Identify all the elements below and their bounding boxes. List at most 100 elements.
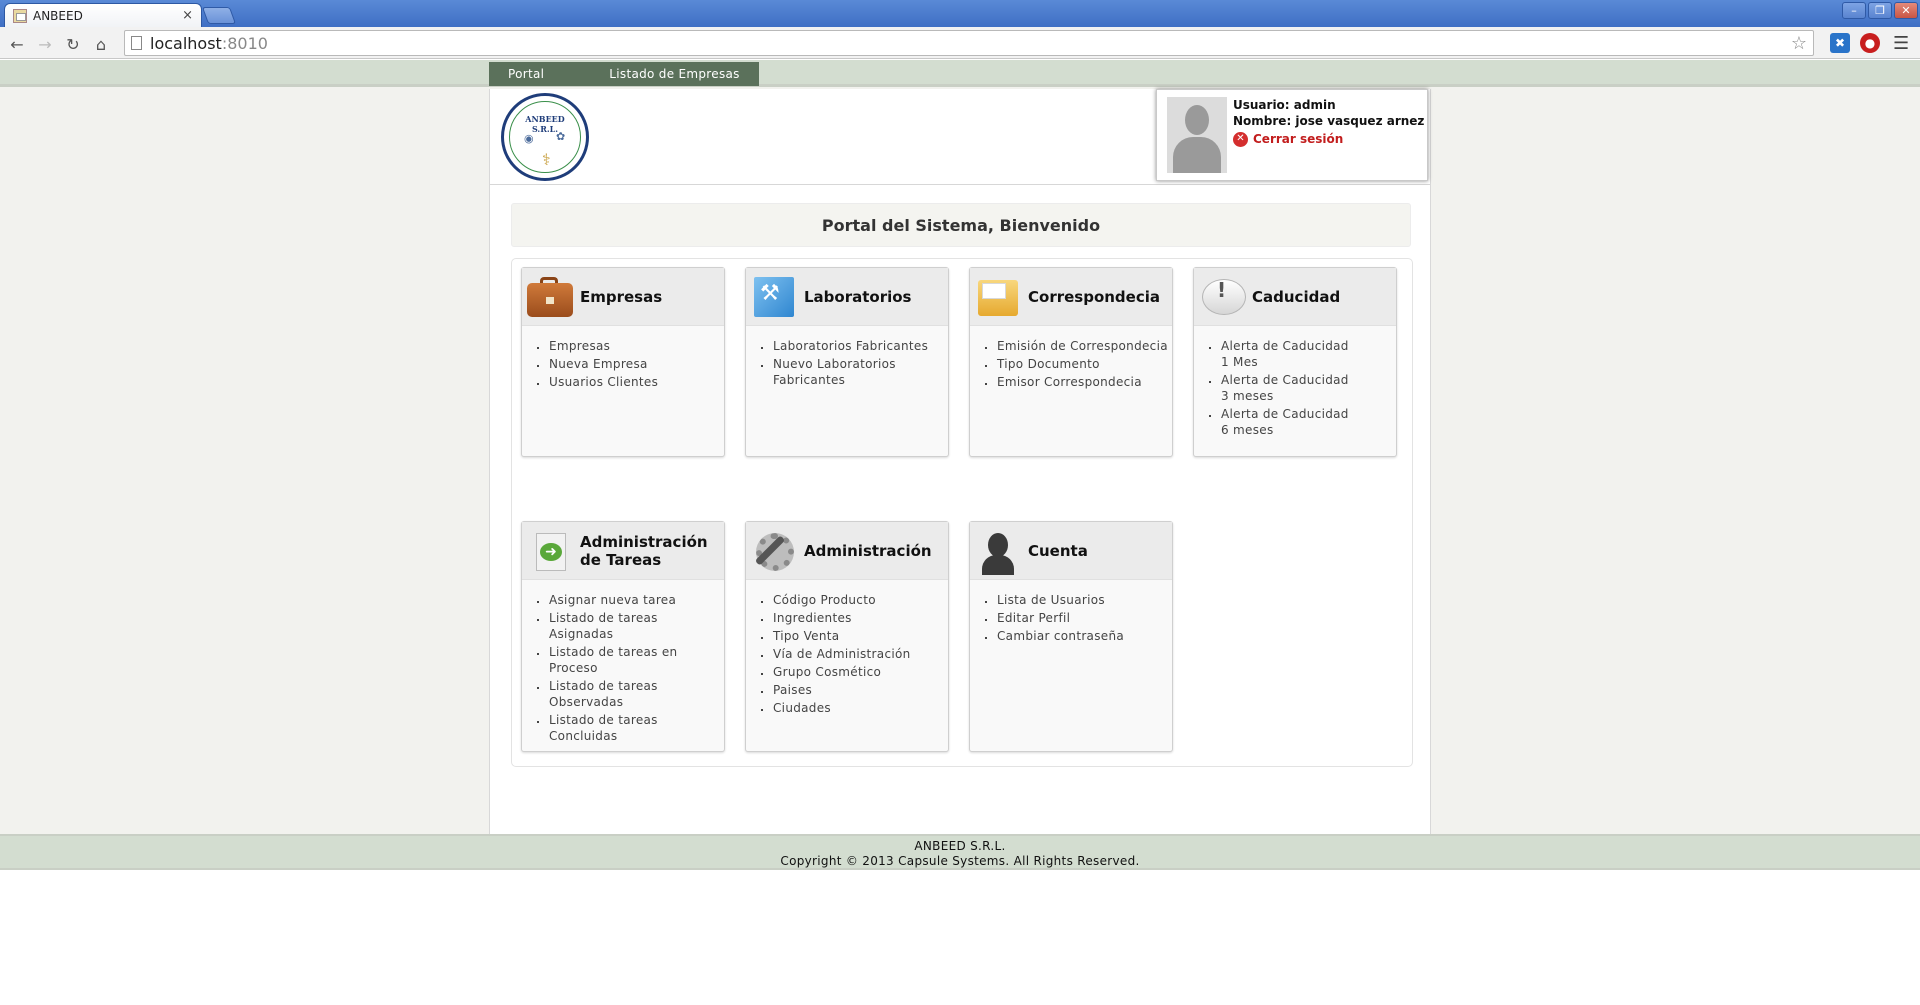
module-card-cuenta: Cuenta Lista de Usuarios Editar Perfil C…	[969, 521, 1173, 752]
home-icon[interactable]: ⌂	[90, 33, 112, 55]
forward-icon[interactable]: →	[34, 33, 56, 55]
hammer-icon: ⚒	[750, 273, 798, 321]
module-title: Empresas	[580, 287, 663, 306]
module-links: Asignar nueva tarea Listado de tareas As…	[522, 580, 724, 744]
logo-emblem-icon: ◉	[524, 132, 534, 145]
module-title: Administración de Tareas	[580, 532, 708, 569]
module-link[interactable]: Cambiar contraseña	[996, 628, 1172, 644]
module-link[interactable]: Listado de tareas Concluidas	[548, 712, 668, 744]
briefcase-icon	[526, 273, 574, 321]
user-panel: Usuario: admin Nombre: jose vasquez arne…	[1156, 89, 1428, 181]
module-link[interactable]: Nueva Empresa	[548, 356, 724, 372]
company-logo: ANBEED S.R.L. ◉ ✿ ⚕	[501, 93, 589, 181]
module-link[interactable]: Ingredientes	[772, 610, 948, 626]
logout-label: Cerrar sesión	[1253, 132, 1344, 146]
gear-wrench-icon	[750, 527, 798, 575]
task-document-icon: ➜	[526, 527, 574, 575]
content-container: ANBEED S.R.L. ◉ ✿ ⚕ Usuario: admin Nombr…	[489, 89, 1431, 834]
page-title: Portal del Sistema, Bienvenido	[511, 203, 1411, 247]
footer-company: ANBEED S.R.L.	[914, 839, 1006, 853]
module-link[interactable]: Grupo Cosmético	[772, 664, 948, 680]
top-nav-strip	[0, 60, 1920, 87]
module-link[interactable]: Tipo Documento	[996, 356, 1172, 372]
module-card-administracion: Administración Código Producto Ingredien…	[745, 521, 949, 752]
main-nav: Portal Listado de Empresas	[489, 62, 759, 86]
module-links: Empresas Nueva Empresa Usuarios Clientes	[522, 326, 724, 390]
module-link[interactable]: Tipo Venta	[772, 628, 948, 644]
module-card-caducidad: ! Caducidad Alerta de Caducidad 1 Mes Al…	[1193, 267, 1397, 457]
module-header: ➜ Administración de Tareas	[522, 522, 724, 580]
module-links: Lista de Usuarios Editar Perfil Cambiar …	[970, 580, 1172, 644]
module-link[interactable]: Usuarios Clientes	[548, 374, 724, 390]
module-header: ⚒ Laboratorios	[746, 268, 948, 326]
page-icon	[131, 36, 142, 50]
module-title: Administración	[804, 541, 932, 560]
module-links: Emisión de Correspondecia Tipo Documento…	[970, 326, 1172, 390]
logo-laurel-icon: ✿	[556, 130, 566, 143]
module-title: Laboratorios	[804, 287, 912, 306]
module-link[interactable]: Vía de Administración	[772, 646, 948, 662]
user-account-icon	[974, 527, 1022, 575]
reload-icon[interactable]: ↻	[62, 33, 84, 55]
module-header: ! Caducidad	[1194, 268, 1396, 326]
page-header: ANBEED S.R.L. ◉ ✿ ⚕ Usuario: admin Nombr…	[490, 89, 1430, 185]
user-info: Usuario: admin Nombre: jose vasquez arne…	[1233, 97, 1424, 147]
new-tab-button[interactable]	[201, 7, 237, 24]
adblock-extension-icon[interactable]: ●	[1860, 33, 1880, 53]
page-footer: ANBEED S.R.L. Copyright © 2013 Capsule S…	[0, 834, 1920, 870]
close-circle-icon: ✕	[1233, 131, 1248, 147]
back-icon[interactable]: ←	[6, 33, 28, 55]
module-card-empresas: Empresas Empresas Nueva Empresa Usuarios…	[521, 267, 725, 457]
tab-close-icon[interactable]: ×	[182, 8, 193, 23]
module-link[interactable]: Emisión de Correspondecia	[996, 338, 1172, 354]
browser-menu-icon[interactable]: ☰	[1893, 33, 1909, 54]
module-link[interactable]: Emisor Correspondecia	[996, 374, 1172, 390]
module-link[interactable]: Código Producto	[772, 592, 948, 608]
module-link[interactable]: Listado de tareas Asignadas	[548, 610, 668, 642]
module-link[interactable]: Alerta de Caducidad 6 meses	[1220, 406, 1350, 438]
fullname-label: Nombre: jose vasquez arnez	[1233, 114, 1425, 128]
module-links: Laboratorios Fabricantes Nuevo Laborator…	[746, 326, 948, 388]
browser-titlebar: ANBEED × – ❐ ✕	[0, 0, 1920, 27]
extension-icon[interactable]: ✖	[1830, 33, 1850, 53]
username-label: Usuario: admin	[1233, 98, 1336, 112]
module-card-administracion-tareas: ➜ Administración de Tareas Asignar nueva…	[521, 521, 725, 752]
module-link[interactable]: Nuevo Laboratorios Fabricantes	[772, 356, 912, 388]
module-link[interactable]: Empresas	[548, 338, 724, 354]
url-port: :8010	[221, 33, 268, 53]
module-link[interactable]: Asignar nueva tarea	[548, 592, 724, 608]
address-bar[interactable]: localhost:8010 ☆	[124, 30, 1814, 56]
module-card-laboratorios: ⚒ Laboratorios Laboratorios Fabricantes …	[745, 267, 949, 457]
logout-link[interactable]: ✕ Cerrar sesión	[1233, 131, 1424, 147]
module-link[interactable]: Listado de tareas en Proceso	[548, 644, 688, 676]
nav-portal[interactable]: Portal	[489, 62, 563, 86]
module-link[interactable]: Paises	[772, 682, 948, 698]
module-link[interactable]: Alerta de Caducidad 1 Mes	[1220, 338, 1350, 370]
minimize-button[interactable]: –	[1842, 2, 1866, 19]
mail-icon	[974, 273, 1022, 321]
module-link[interactable]: Lista de Usuarios	[996, 592, 1172, 608]
module-link[interactable]: Laboratorios Fabricantes	[772, 338, 948, 354]
window-controls: – ❐ ✕	[1842, 2, 1918, 19]
avatar	[1167, 97, 1227, 173]
caduceus-icon: ⚕	[542, 150, 551, 169]
module-link[interactable]: Alerta de Caducidad 3 meses	[1220, 372, 1350, 404]
module-links: Alerta de Caducidad 1 Mes Alerta de Cadu…	[1194, 326, 1396, 438]
footer-copyright: Copyright © 2013 Capsule Systems. All Ri…	[780, 854, 1140, 868]
module-link[interactable]: Editar Perfil	[996, 610, 1172, 626]
tab-title: ANBEED	[33, 8, 83, 23]
module-header: Cuenta	[970, 522, 1172, 580]
restore-button[interactable]: ❐	[1868, 2, 1892, 19]
close-window-button[interactable]: ✕	[1894, 2, 1918, 19]
nav-listado-empresas[interactable]: Listado de Empresas	[563, 62, 758, 86]
module-title: Cuenta	[1028, 541, 1088, 560]
tab-favicon-icon	[13, 8, 27, 23]
module-links: Código Producto Ingredientes Tipo Venta …	[746, 580, 948, 716]
module-card-correspondencia: Correspondecia Emisión de Correspondecia…	[969, 267, 1173, 457]
browser-tab[interactable]: ANBEED ×	[4, 3, 202, 27]
alert-bubble-icon: !	[1198, 273, 1246, 321]
module-link[interactable]: Listado de tareas Observadas	[548, 678, 668, 710]
module-title: Correspondecia	[1028, 287, 1160, 306]
module-link[interactable]: Ciudades	[772, 700, 948, 716]
bookmark-star-icon[interactable]: ☆	[1791, 33, 1807, 54]
